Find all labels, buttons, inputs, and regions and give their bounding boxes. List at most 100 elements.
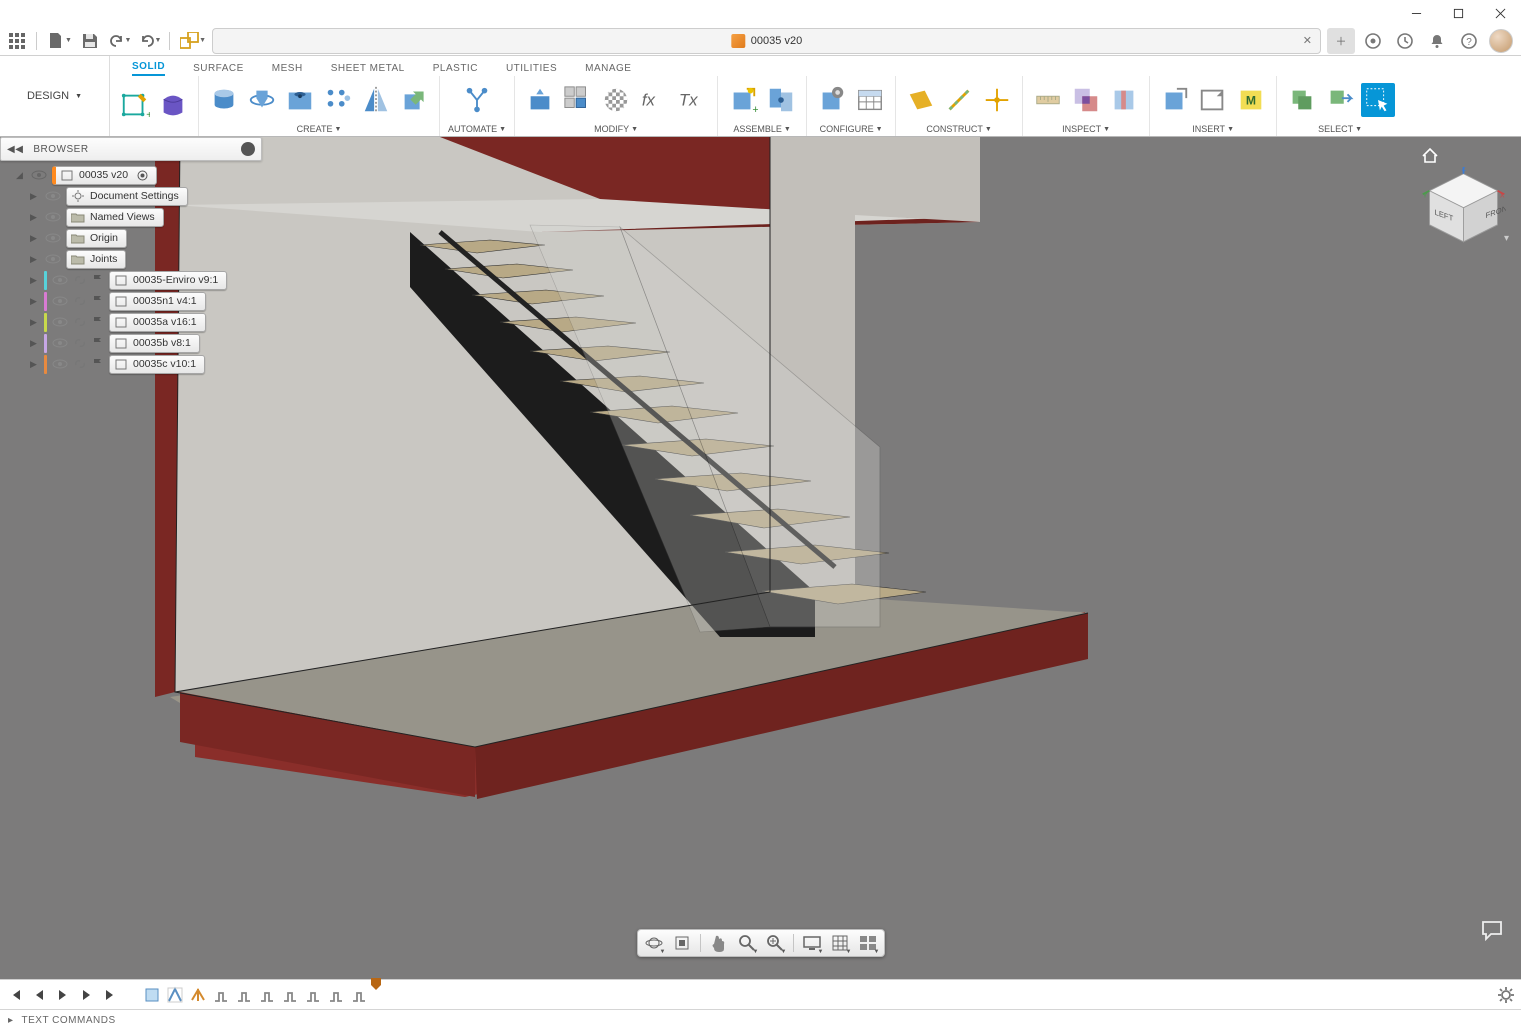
window-close[interactable] <box>1479 0 1521 26</box>
user-avatar[interactable] <box>1487 28 1515 54</box>
tab-sheetmetal[interactable]: SHEET METAL <box>331 63 405 76</box>
joint-button[interactable] <box>764 83 798 117</box>
text-commands-bar[interactable]: ▸ TEXT COMMANDS <box>0 1009 1521 1031</box>
visibility-icon[interactable] <box>30 168 48 182</box>
tree-item[interactable]: ▶ 00035b v8:1 <box>16 333 262 353</box>
timeline-item[interactable] <box>188 985 208 1005</box>
timeline-item[interactable] <box>280 985 300 1005</box>
browser-options-button[interactable] <box>241 142 255 156</box>
selection-priority-button[interactable] <box>1323 83 1357 117</box>
tree-item-pill[interactable]: Joints <box>66 250 126 269</box>
home-view-button[interactable] <box>1421 147 1439 165</box>
timeline-item[interactable] <box>303 985 323 1005</box>
plane-button[interactable] <box>904 83 938 117</box>
browser-collapse-button[interactable]: ◀◀ <box>7 144 23 155</box>
tree-item[interactable]: ▶ 00035-Enviro v9:1 <box>16 270 262 290</box>
create-form-button[interactable] <box>156 88 190 122</box>
insert-derive-button[interactable] <box>1158 83 1192 117</box>
expand-icon[interactable]: ▸ <box>8 1015 14 1026</box>
tab-utilities[interactable]: UTILITIES <box>506 63 557 76</box>
revolve-button[interactable] <box>245 83 279 117</box>
timeline-track[interactable] <box>142 985 1491 1005</box>
tree-expand-icon[interactable]: ▶ <box>30 359 40 370</box>
extensions-icon[interactable] <box>1359 28 1387 54</box>
change-parameters-button[interactable]: Tx <box>675 83 709 117</box>
parameters-button[interactable]: fx <box>637 83 671 117</box>
close-tab-button[interactable]: ✕ <box>1303 34 1312 47</box>
appearance-button[interactable] <box>599 83 633 117</box>
tab-mesh[interactable]: MESH <box>272 63 303 76</box>
notifications-icon[interactable] <box>1423 28 1451 54</box>
tree-item-pill[interactable]: 00035a v16:1 <box>109 313 206 332</box>
timeline-item[interactable] <box>257 985 277 1005</box>
file-menu[interactable]: ▼ <box>47 28 73 54</box>
tree-item[interactable]: ▶ 00035n1 v4:1 <box>16 291 262 311</box>
visibility-icon[interactable] <box>51 315 69 329</box>
radio-icon[interactable] <box>137 170 148 181</box>
tree-item[interactable]: ▶ 00035a v16:1 <box>16 312 262 332</box>
related-data-icon[interactable]: ▼ <box>180 28 206 54</box>
tree-item-pill[interactable]: Document Settings <box>66 187 188 206</box>
tree-item[interactable]: ▶ Document Settings <box>16 186 262 206</box>
tree-item[interactable]: ▶ Joints <box>16 249 262 269</box>
timeline-play-button[interactable] <box>54 986 72 1004</box>
tree-expand-icon[interactable]: ▶ <box>30 233 40 244</box>
configure-button[interactable] <box>815 83 849 117</box>
fillet-button[interactable] <box>561 83 595 117</box>
timeline-item[interactable] <box>142 985 162 1005</box>
select-button[interactable] <box>1361 83 1395 117</box>
timeline-end-button[interactable] <box>102 986 120 1004</box>
job-status-icon[interactable] <box>1391 28 1419 54</box>
section-analysis-button[interactable] <box>1107 83 1141 117</box>
visibility-icon[interactable] <box>44 231 62 245</box>
visibility-icon[interactable] <box>44 252 62 266</box>
tab-solid[interactable]: SOLID <box>132 61 165 76</box>
tree-expand-icon[interactable]: ▶ <box>30 275 40 286</box>
measure-button[interactable] <box>1031 83 1065 117</box>
viewport[interactable]: ◀◀ BROWSER ◢ 00035 v20 ▶ Document Settin… <box>0 137 1521 979</box>
insert-mcmaster-button[interactable]: M <box>1234 83 1268 117</box>
pan-button[interactable] <box>709 933 729 953</box>
timeline-item[interactable] <box>326 985 346 1005</box>
press-pull-button[interactable] <box>523 83 557 117</box>
tree-expand-icon[interactable]: ▶ <box>30 212 40 223</box>
mirror-button[interactable] <box>359 83 393 117</box>
timeline-fwd-button[interactable] <box>78 986 96 1004</box>
timeline-settings-button[interactable] <box>1497 986 1515 1004</box>
new-component-button[interactable]: + <box>726 83 760 117</box>
window-maximize[interactable] <box>1437 0 1479 26</box>
viewcube[interactable]: LEFT FRONT Z Y X <box>1421 167 1506 252</box>
timeline-item[interactable] <box>349 985 369 1005</box>
automate-button[interactable] <box>460 83 494 117</box>
new-design-button[interactable]: ＋ <box>1327 28 1355 54</box>
timeline-item[interactable] <box>211 985 231 1005</box>
tree-item-pill[interactable]: 00035-Enviro v9:1 <box>109 271 227 290</box>
tree-expand-icon[interactable]: ▶ <box>30 254 40 265</box>
tree-expand-icon[interactable]: ▶ <box>30 191 40 202</box>
help-icon[interactable]: ? <box>1455 28 1483 54</box>
point-button[interactable] <box>980 83 1014 117</box>
document-tab[interactable]: 00035 v20 ✕ <box>212 28 1321 54</box>
pattern-button[interactable] <box>321 83 355 117</box>
tree-expand-icon[interactable]: ▶ <box>30 338 40 349</box>
tab-surface[interactable]: SURFACE <box>193 63 244 76</box>
timeline-marker[interactable] <box>370 977 382 991</box>
grid-settings-button[interactable]: ▼ <box>830 933 850 953</box>
config-table-button[interactable] <box>853 83 887 117</box>
extrude-button[interactable] <box>207 83 241 117</box>
timeline-item[interactable] <box>165 985 185 1005</box>
visibility-icon[interactable] <box>51 294 69 308</box>
tab-plastic[interactable]: PLASTIC <box>433 63 478 76</box>
visibility-icon[interactable] <box>51 336 69 350</box>
zoom-button[interactable]: ▼ <box>737 933 757 953</box>
selection-filter-button[interactable] <box>1285 83 1319 117</box>
tree-item[interactable]: ▶ 00035c v10:1 <box>16 354 262 374</box>
axis-button[interactable] <box>942 83 976 117</box>
visibility-icon[interactable] <box>44 189 62 203</box>
tree-item-pill[interactable]: 00035c v10:1 <box>109 355 205 374</box>
viewport-layout-button[interactable]: ▼ <box>858 933 878 953</box>
orbit-button[interactable]: ▼ <box>644 933 664 953</box>
tree-root[interactable]: 00035 v20 <box>52 166 157 185</box>
timeline-back-button[interactable] <box>30 986 48 1004</box>
new-sketch-button[interactable]: + <box>118 88 152 122</box>
